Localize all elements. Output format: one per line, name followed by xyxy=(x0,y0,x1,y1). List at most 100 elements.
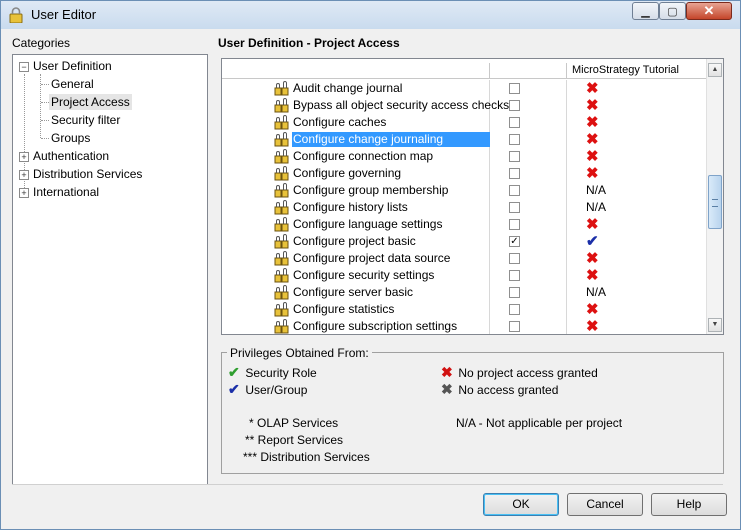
header-privilege[interactable] xyxy=(222,63,490,78)
table-row[interactable]: Audit change journal ✖ xyxy=(222,80,708,97)
privilege-label[interactable]: Audit change journal xyxy=(292,81,403,96)
grant-checkbox[interactable] xyxy=(509,185,520,196)
grant-cell xyxy=(490,250,567,267)
table-row[interactable]: Configure subscription settings ✖ xyxy=(222,318,708,335)
tree-item-international[interactable]: International xyxy=(33,184,99,200)
grant-cell xyxy=(490,165,567,182)
close-button[interactable]: ✕ xyxy=(686,2,732,20)
grant-checkbox[interactable] xyxy=(509,219,520,230)
grant-checkbox[interactable] xyxy=(509,202,520,213)
grant-checkbox[interactable] xyxy=(509,270,520,281)
minimize-button[interactable]: ▁ xyxy=(632,2,659,20)
privilege-label[interactable]: Configure statistics xyxy=(292,302,395,317)
red-x-icon: ✖ xyxy=(586,318,599,335)
privilege-label[interactable]: Configure project basic xyxy=(292,234,417,249)
maximize-icon: ▢ xyxy=(667,5,678,18)
privilege-label[interactable]: Configure security settings xyxy=(292,268,435,283)
grant-checkbox[interactable] xyxy=(509,117,520,128)
status-indicator: ✖ xyxy=(586,301,599,318)
table-row[interactable]: Configure project basic ✓ ✔ xyxy=(222,233,708,250)
cancel-button[interactable]: Cancel xyxy=(567,493,643,516)
table-row[interactable]: Configure connection map ✖ xyxy=(222,148,708,165)
grant-checkbox[interactable] xyxy=(509,83,520,94)
privilege-cell: Configure change journaling xyxy=(222,131,490,148)
project-status-cell: N/A xyxy=(567,182,708,199)
project-status-cell: ✖ xyxy=(567,114,708,131)
collapse-icon[interactable]: − xyxy=(19,62,29,72)
scroll-thumb[interactable] xyxy=(708,175,722,229)
table-row[interactable]: Configure statistics ✖ xyxy=(222,301,708,318)
grant-checkbox[interactable] xyxy=(509,151,520,162)
privilege-label[interactable]: Configure history lists xyxy=(292,200,409,215)
grant-cell xyxy=(490,267,567,284)
privilege-label[interactable]: Configure server basic xyxy=(292,285,414,300)
grant-checkbox[interactable] xyxy=(509,321,520,332)
table-row[interactable]: Configure security settings ✖ xyxy=(222,267,708,284)
title-bar[interactable]: User Editor ▁ ▢ ✕ xyxy=(1,1,740,29)
privilege-label[interactable]: Configure project data source xyxy=(292,251,451,266)
project-status-cell: ✖ xyxy=(567,267,708,284)
ok-button[interactable]: OK xyxy=(483,493,559,516)
tree-item-project-access[interactable]: Project Access xyxy=(49,94,132,110)
table-row[interactable]: Configure caches ✖ xyxy=(222,114,708,131)
grant-cell xyxy=(490,80,567,97)
tree-item-general[interactable]: General xyxy=(51,76,94,92)
privilege-label[interactable]: Configure governing xyxy=(292,166,402,181)
project-status-cell: ✖ xyxy=(567,131,708,148)
vertical-scrollbar[interactable]: ▲ ▼ xyxy=(706,59,723,334)
table-row[interactable]: Configure history lists N/A xyxy=(222,199,708,216)
scroll-up-icon[interactable]: ▲ xyxy=(708,63,722,77)
grant-checkbox[interactable] xyxy=(509,304,520,315)
grant-checkbox[interactable] xyxy=(509,134,520,145)
privilege-icon xyxy=(274,302,289,317)
status-indicator: ✖ xyxy=(586,267,599,284)
expand-icon[interactable]: + xyxy=(19,152,29,162)
table-row[interactable]: Configure group membership N/A xyxy=(222,182,708,199)
grant-checkbox[interactable] xyxy=(509,100,520,111)
privilege-label[interactable]: Bypass all object security access checks xyxy=(292,98,510,113)
project-status-cell: ✖ xyxy=(567,216,708,233)
header-grant[interactable] xyxy=(490,63,567,78)
categories-tree[interactable]: − User Definition General Project Access… xyxy=(12,54,208,485)
privilege-label[interactable]: Configure change journaling xyxy=(292,132,490,147)
red-x-icon: ✖ xyxy=(586,131,599,148)
status-indicator: ✖ xyxy=(586,165,599,182)
tree-item-groups[interactable]: Groups xyxy=(51,130,90,146)
table-row[interactable]: Configure project data source ✖ xyxy=(222,250,708,267)
grant-checkbox[interactable] xyxy=(509,168,520,179)
privilege-label[interactable]: Configure caches xyxy=(292,115,387,130)
grant-checkbox[interactable] xyxy=(509,253,520,264)
privilege-label[interactable]: Configure subscription settings xyxy=(292,319,458,334)
privilege-label[interactable]: Configure language settings xyxy=(292,217,443,232)
header-project[interactable]: MicroStrategy Tutorial xyxy=(567,63,708,78)
tree-item-authentication[interactable]: Authentication xyxy=(33,148,109,164)
table-row[interactable]: Configure server basic N/A xyxy=(222,284,708,301)
table-row[interactable]: Bypass all object security access checks… xyxy=(222,97,708,114)
project-status-cell: ✖ xyxy=(567,250,708,267)
expand-icon[interactable]: + xyxy=(19,170,29,180)
legend-no-access-label: No access granted xyxy=(458,383,559,397)
scroll-down-icon[interactable]: ▼ xyxy=(708,318,722,332)
tree-item-security-filter[interactable]: Security filter xyxy=(51,112,120,128)
table-row[interactable]: Configure language settings ✖ xyxy=(222,216,708,233)
red-x-icon: ✖ xyxy=(586,301,599,318)
privilege-label[interactable]: Configure group membership xyxy=(292,183,449,198)
legend-no-project-access: ✖ No project access granted xyxy=(441,364,598,380)
table-row[interactable]: Configure governing ✖ xyxy=(222,165,708,182)
tree-item-user-definition[interactable]: User Definition xyxy=(33,58,112,74)
grant-checkbox[interactable]: ✓ xyxy=(509,236,520,247)
grant-checkbox[interactable] xyxy=(509,287,520,298)
maximize-button[interactable]: ▢ xyxy=(659,2,686,20)
window-title: User Editor xyxy=(31,7,97,22)
help-button[interactable]: Help xyxy=(651,493,727,516)
status-indicator: ✖ xyxy=(586,216,599,233)
project-status-cell: N/A xyxy=(567,284,708,301)
privilege-label[interactable]: Configure connection map xyxy=(292,149,434,164)
privileges-grid[interactable]: MicroStrategy Tutorial Audit change jour… xyxy=(221,58,724,335)
table-row[interactable]: Configure change journaling ✖ xyxy=(222,131,708,148)
privilege-cell: Configure connection map xyxy=(222,148,490,165)
tree-item-distribution-services[interactable]: Distribution Services xyxy=(33,166,142,182)
red-x-icon: ✖ xyxy=(586,97,599,114)
expand-icon[interactable]: + xyxy=(19,188,29,198)
status-indicator: ✖ xyxy=(586,250,599,267)
